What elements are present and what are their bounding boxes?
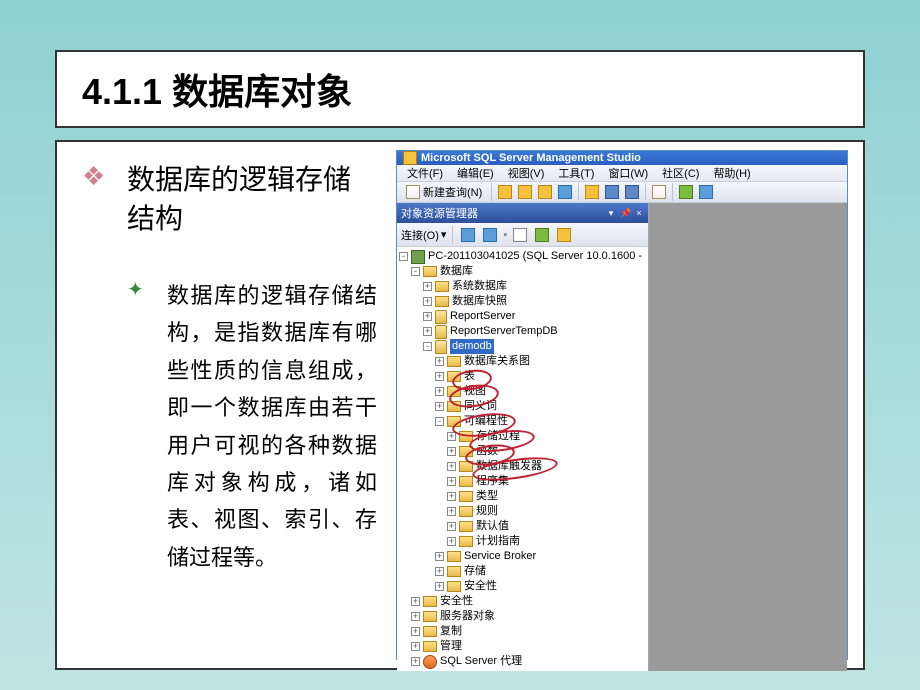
diamond-bullet-icon: ❖ [82, 162, 105, 192]
tree-serverobjects: +服务器对象 [399, 609, 646, 624]
tb-activity[interactable] [677, 183, 695, 201]
toolbar-separator [672, 183, 673, 201]
tree-tables: +表 [399, 369, 646, 384]
oe-filter[interactable] [511, 226, 529, 244]
tree-defaults: +默认值 [399, 519, 646, 534]
menubar: 文件(F) 编辑(E) 视图(V) 工具(T) 窗口(W) 社区(C) 帮助(H… [397, 165, 847, 182]
tree-snapshots: +数据库快照 [399, 294, 646, 309]
tree-reportservertemp: +ReportServerTempDB [399, 324, 646, 339]
tree-servicebroker: +Service Broker [399, 549, 646, 564]
tb-btn-2[interactable] [516, 183, 534, 201]
menu-community[interactable]: 社区(C) [656, 165, 705, 181]
tree-security: +安全性 [399, 594, 646, 609]
oe-pin-icon[interactable]: 📌 [620, 208, 630, 218]
oe-dropdown-icon[interactable]: ▾ [606, 208, 616, 218]
tb-saveall[interactable] [623, 183, 641, 201]
star-bullet-icon: ✦ [127, 277, 144, 302]
toolbar: 新建查询(N) [397, 182, 847, 203]
tb-btn-3[interactable] [536, 183, 554, 201]
tree-replication: +复制 [399, 624, 646, 639]
menu-file[interactable]: 文件(F) [401, 165, 449, 181]
tree-management: +管理 [399, 639, 646, 654]
app-icon [403, 151, 417, 165]
oe-toolbar: 连接(O)▾ ▪ [397, 223, 648, 247]
tree-synonyms: +同义词 [399, 399, 646, 414]
toolbar-separator [645, 183, 646, 201]
oe-close-icon[interactable]: × [634, 208, 644, 218]
connect-button[interactable]: 连接(O)▾ [401, 227, 446, 243]
oe-tb-1[interactable] [459, 226, 477, 244]
tree-views: +视图 [399, 384, 646, 399]
tree-sysdb: +系统数据库 [399, 279, 646, 294]
titlebar: Microsoft SQL Server Management Studio [397, 151, 847, 165]
toolbar-separator [491, 183, 492, 201]
main-area: 对象资源管理器 ▾ 📌 × 连接(O)▾ ▪ [397, 203, 847, 671]
tree-security-db: +安全性 [399, 579, 646, 594]
tb-tool[interactable] [697, 183, 715, 201]
tree-planguides: +计划指南 [399, 534, 646, 549]
tree-programmability: -可编程性 [399, 414, 646, 429]
oe-tb-3[interactable] [555, 226, 573, 244]
oe-tb-2[interactable] [481, 226, 499, 244]
menu-window[interactable]: 窗口(W) [602, 165, 654, 181]
oe-refresh[interactable] [533, 226, 551, 244]
ssms-window: Microsoft SQL Server Management Studio 文… [396, 150, 848, 660]
tb-list[interactable] [650, 183, 668, 201]
window-title: Microsoft SQL Server Management Studio [421, 152, 641, 164]
slide-title: 4.1.1 数据库对象 [82, 63, 352, 115]
menu-help[interactable]: 帮助(H) [707, 165, 756, 181]
document-area [649, 203, 847, 671]
tree-types: +类型 [399, 489, 646, 504]
tree-rules: +规则 [399, 504, 646, 519]
menu-tools[interactable]: 工具(T) [552, 165, 600, 181]
object-explorer-header: 对象资源管理器 ▾ 📌 × [397, 203, 648, 223]
slide-content-box: ❖ 数据库的逻辑存储结构 ✦ 数据库的逻辑存储结构，是指数据库有哪些性质的信息组… [55, 140, 865, 670]
tb-btn-1[interactable] [496, 183, 514, 201]
tree-databases: -数据库 [399, 264, 646, 279]
new-query-button[interactable]: 新建查询(N) [401, 182, 487, 202]
toolbar-separator [578, 183, 579, 201]
tree-demodb: -demodb [399, 339, 646, 354]
tree-storage: +存储 [399, 564, 646, 579]
tree-server: -PC-201103041025 (SQL Server 10.0.1600 - [399, 249, 646, 264]
tb-save[interactable] [603, 183, 621, 201]
menu-view[interactable]: 视图(V) [502, 165, 551, 181]
tree-diagrams: +数据库关系图 [399, 354, 646, 369]
tb-btn-4[interactable] [556, 183, 574, 201]
menu-edit[interactable]: 编辑(E) [451, 165, 500, 181]
tree-agent: +SQL Server 代理 [399, 654, 646, 669]
tb-open[interactable] [583, 183, 601, 201]
tree-reportserver: +ReportServer [399, 309, 646, 324]
main-heading: 数据库的逻辑存储结构 [127, 160, 377, 238]
body-paragraph: 数据库的逻辑存储结构，是指数据库有哪些性质的信息组成，即一个数据库由若干用户可视… [167, 277, 377, 576]
slide-title-box: 4.1.1 数据库对象 [55, 50, 865, 128]
new-query-icon [406, 185, 420, 199]
